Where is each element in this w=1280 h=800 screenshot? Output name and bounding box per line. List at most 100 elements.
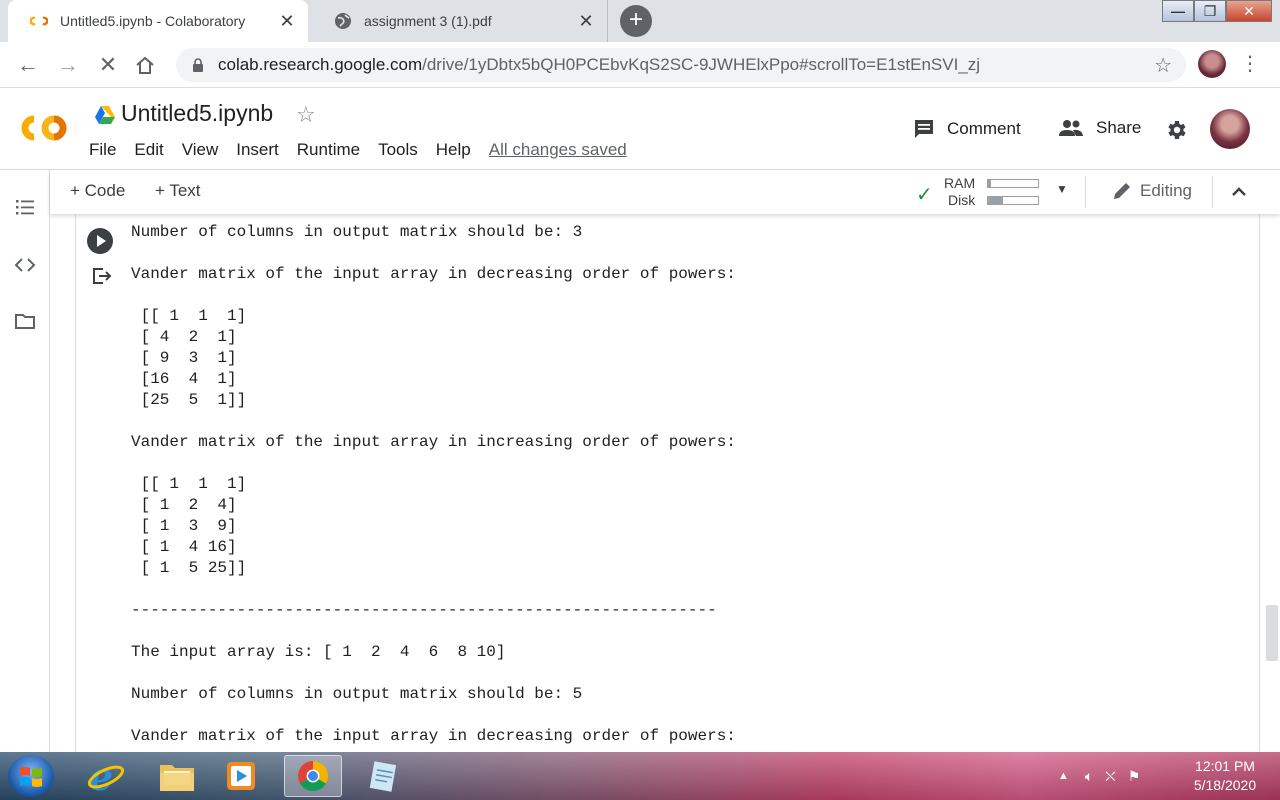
dropdown-caret-icon[interactable]: ▼: [1056, 182, 1068, 196]
scrollbar-thumb[interactable]: [1266, 605, 1278, 661]
save-status-link[interactable]: All changes saved: [489, 140, 627, 160]
windows-taskbar: e ▲ 🔈︎ ⛌ ⚑ 12:01 PM 5/18/2020: [0, 752, 1280, 800]
add-text-button[interactable]: + Text: [155, 181, 201, 201]
left-sidebar: [0, 170, 50, 752]
tab-title: assignment 3 (1).pdf: [364, 13, 492, 29]
more-vert-icon[interactable]: ⋮: [1240, 52, 1260, 76]
new-tab-button[interactable]: +: [620, 5, 652, 37]
output-line: [ 1 4 16]: [131, 538, 237, 556]
notebook-scrollbar[interactable]: [1262, 214, 1280, 752]
menu-runtime[interactable]: Runtime: [297, 140, 360, 160]
internet-explorer-taskbar-icon[interactable]: e: [76, 755, 134, 797]
comment-button[interactable]: Comment: [913, 118, 1021, 140]
tab-title: Untitled5.ipynb - Colaboratory: [60, 13, 246, 29]
tab-colab[interactable]: Untitled5.ipynb - Colaboratory ✕: [8, 0, 308, 42]
clock-time: 12:01 PM: [1195, 758, 1255, 774]
files-folder-icon[interactable]: [14, 310, 36, 332]
editing-mode-button[interactable]: Editing: [1112, 181, 1192, 201]
output-line: [16 4 1]: [131, 370, 237, 388]
window-controls: — ❐ ✕: [1162, 0, 1272, 22]
code-cell: Number of columns in output matrix shoul…: [75, 214, 1260, 752]
bookmark-star-icon[interactable]: ☆: [1154, 53, 1172, 78]
toolbar-divider: [1212, 176, 1213, 208]
account-avatar[interactable]: [1210, 109, 1250, 149]
url-host: colab.research.google.com: [218, 55, 423, 74]
star-notebook-icon[interactable]: ☆: [296, 102, 316, 128]
notebook-title[interactable]: Untitled5.ipynb: [121, 100, 273, 127]
add-code-button[interactable]: + Code: [70, 181, 125, 201]
google-drive-icon: [95, 106, 115, 124]
forward-arrow-icon[interactable]: →: [54, 51, 82, 79]
volume-icon[interactable]: 🔈︎: [1085, 768, 1093, 785]
notebook-toolbar: + Code + Text ✓ RAM Disk ▼ Editing: [50, 170, 1280, 214]
run-cell-button[interactable]: [87, 228, 113, 254]
comment-label: Comment: [947, 119, 1021, 138]
menu-file[interactable]: File: [89, 140, 116, 160]
profile-avatar[interactable]: [1198, 50, 1226, 78]
start-button[interactable]: [8, 755, 54, 797]
output-line: Vander matrix of the input array in decr…: [131, 727, 736, 745]
play-icon: [97, 235, 106, 247]
code-snippets-icon[interactable]: [14, 254, 36, 276]
cell-output-text: Number of columns in output matrix shoul…: [131, 222, 736, 747]
stop-loading-icon[interactable]: ✕: [94, 51, 122, 79]
disk-label: Disk: [948, 192, 976, 208]
show-hidden-icons-icon[interactable]: ▲: [1058, 770, 1069, 782]
home-icon[interactable]: [134, 55, 156, 75]
share-button[interactable]: Share: [1058, 118, 1141, 138]
address-bar: ← → ✕ colab.research.google.com/drive/1y…: [0, 42, 1280, 88]
action-center-flag-icon[interactable]: ⚑: [1128, 768, 1141, 785]
table-of-contents-icon[interactable]: [14, 196, 36, 218]
menu-view[interactable]: View: [182, 140, 219, 160]
colab-logo-icon[interactable]: [18, 110, 70, 146]
media-player-taskbar-icon[interactable]: [212, 755, 270, 797]
editing-label: Editing: [1140, 181, 1192, 200]
url-path: /drive/1yDbtx5bQH0PCEbvKqS2SC-9JWHElxPpo…: [422, 55, 981, 74]
notepad-taskbar-icon[interactable]: [354, 755, 412, 797]
menu-help[interactable]: Help: [436, 140, 471, 160]
minimize-icon[interactable]: —: [1162, 0, 1194, 22]
ram-usage-bar: [987, 179, 1039, 188]
output-line: Number of columns in output matrix shoul…: [131, 685, 583, 703]
close-window-icon[interactable]: ✕: [1226, 0, 1272, 22]
resource-monitor[interactable]: ✓ RAM Disk ▼: [916, 175, 1086, 208]
menu-edit[interactable]: Edit: [134, 140, 163, 160]
connected-check-icon: ✓: [916, 184, 933, 206]
taskbar-clock[interactable]: 12:01 PM 5/18/2020: [1180, 757, 1270, 795]
settings-gear-icon[interactable]: [1164, 118, 1188, 142]
google-chrome-taskbar-icon[interactable]: [284, 755, 342, 797]
menu-bar: File Edit View Insert Runtime Tools Help…: [89, 140, 645, 160]
close-tab-icon[interactable]: ✕: [577, 11, 595, 32]
output-line: [[ 1 1 1]: [131, 475, 247, 493]
maximize-icon[interactable]: ❐: [1194, 0, 1226, 22]
menu-tools[interactable]: Tools: [378, 140, 418, 160]
windows-logo-icon: [20, 767, 42, 787]
url-input[interactable]: colab.research.google.com/drive/1yDbtx5b…: [176, 48, 1186, 82]
output-line: [ 1 2 4]: [131, 496, 237, 514]
people-icon: [1059, 120, 1083, 136]
colab-favicon-icon: [30, 12, 48, 30]
output-line: [ 1 5 25]]: [131, 559, 247, 577]
close-tab-icon[interactable]: ✕: [278, 11, 296, 32]
network-disconnected-icon[interactable]: ⛌: [1105, 768, 1115, 785]
back-arrow-icon[interactable]: ←: [14, 51, 42, 79]
output-line: The input array is: [ 1 2 4 6 8 10]: [131, 643, 506, 661]
disk-usage-bar: [987, 196, 1039, 205]
tab-pdf[interactable]: assignment 3 (1).pdf ✕: [312, 0, 608, 42]
output-line: Vander matrix of the input array in decr…: [131, 265, 736, 283]
file-explorer-taskbar-icon[interactable]: [148, 755, 206, 797]
toolbar-divider: [1085, 176, 1086, 208]
collapse-chevron-up-icon[interactable]: [1230, 178, 1248, 204]
menu-insert[interactable]: Insert: [236, 140, 279, 160]
share-label: Share: [1096, 118, 1142, 137]
output-line: ----------------------------------------…: [131, 601, 717, 619]
output-line: [25 5 1]]: [131, 391, 247, 409]
clear-output-icon[interactable]: [91, 266, 113, 286]
disk-usage-fill: [988, 197, 1003, 204]
